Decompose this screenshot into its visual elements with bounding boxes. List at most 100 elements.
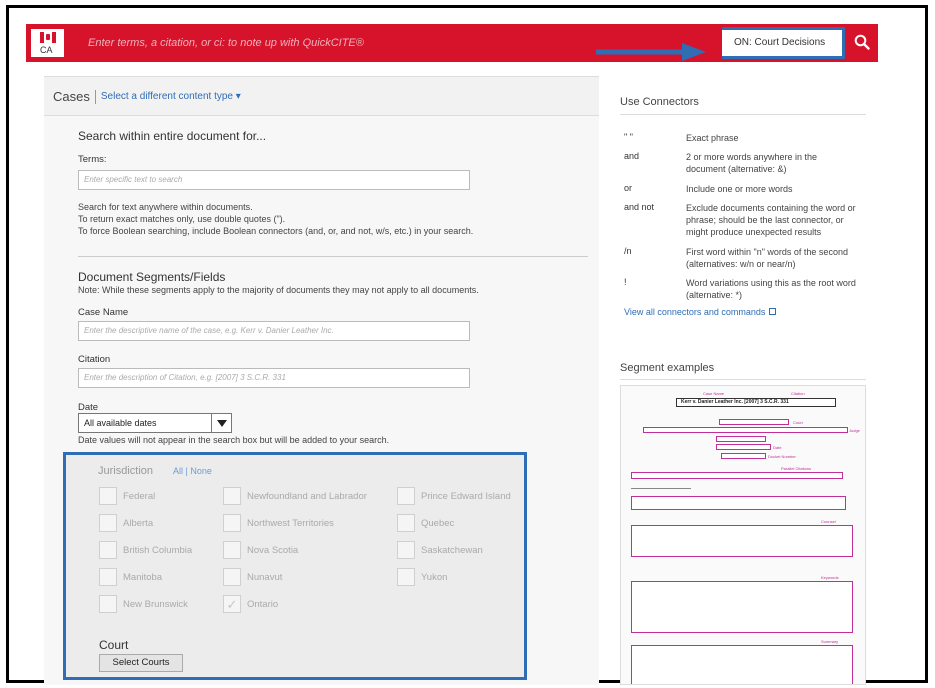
citation-label: Citation [78, 354, 111, 365]
title-separator [94, 89, 96, 104]
checkbox-icon [99, 568, 117, 586]
terms-input[interactable]: Enter specific text to search [78, 170, 470, 190]
checkbox-icon [223, 541, 241, 559]
counsel-segment [631, 525, 853, 557]
jurisdiction-checkbox[interactable]: Saskatchewan [397, 541, 483, 559]
checkbox-icon [397, 487, 415, 505]
terms-label: Terms: [78, 154, 107, 165]
case-title-box: Kerr v. Danier Leather Inc. [2007] 3 S.C… [676, 398, 836, 407]
jurisdiction-checkbox[interactable]: Nova Scotia [223, 541, 298, 559]
jurisdiction-label: Newfoundland and Labrador [247, 490, 367, 502]
jurisdiction-label: Alberta [123, 517, 154, 529]
case-name-segment [631, 496, 846, 510]
date-segment [716, 444, 771, 450]
external-link-icon [769, 308, 777, 315]
segments-rule [620, 379, 866, 380]
case-name-label: Case Name [78, 307, 129, 318]
jurisdiction-checkbox[interactable]: Nunavut [223, 568, 282, 586]
connector-symbol: " " [624, 132, 633, 142]
checkbox-icon [99, 487, 117, 505]
hearing-segment [716, 436, 766, 442]
jurisdiction-label: Saskatchewan [421, 544, 483, 556]
jurisdiction-label: Federal [123, 490, 156, 502]
court-segment [719, 419, 789, 425]
segment-label: Keywords [821, 575, 839, 580]
jurisdiction-label: British Columbia [123, 544, 193, 556]
content-type-header: Cases Select a different content type ▾ [53, 89, 241, 104]
jurisdiction-checkbox[interactable]: Newfoundland and Labrador [223, 487, 367, 505]
segments-example-title: Segment examples [620, 362, 715, 374]
chevron-down-icon [211, 414, 231, 432]
jurisdiction-label: Quebec [421, 517, 455, 529]
case-name-input[interactable]: Enter the descriptive name of the case, … [78, 321, 470, 341]
checkbox-icon [223, 514, 241, 532]
section-divider [78, 256, 588, 257]
segments-title: Document Segments/Fields [78, 270, 226, 284]
select-none-link[interactable]: None [190, 466, 212, 476]
jurisdiction-checkbox[interactable]: New Brunswick [99, 595, 188, 613]
jurisdiction-label: Nunavut [247, 571, 283, 583]
checkbox-icon [397, 568, 415, 586]
view-all-connectors-link[interactable]: View all connectors and commands [624, 307, 777, 317]
checkbox-icon [397, 541, 415, 559]
search-bar: CA ON: Court Decisions [26, 24, 878, 62]
segment-label: Parallel Citations [781, 466, 812, 471]
segment-label: Date [773, 445, 782, 450]
docket-segment [721, 453, 766, 459]
jurisdiction-checkbox[interactable]: Quebec [397, 514, 454, 532]
connector-description: Word variations using this as the root w… [686, 278, 856, 300]
jurisdiction-checkbox[interactable]: Alberta [99, 514, 153, 532]
connector-symbol: and not [624, 202, 655, 212]
search-help-1: Search for text anywhere within document… [78, 202, 253, 212]
segment-label: Case Name [703, 391, 725, 396]
segment-label: Docket Number [768, 454, 796, 459]
jurisdiction-label: Ontario [247, 598, 279, 610]
jurisdiction-selector[interactable]: CA [31, 29, 64, 57]
select-courts-button[interactable]: Select Courts [99, 654, 183, 672]
jurisdiction-label: Yukon [421, 571, 448, 583]
segment-label: Judge [849, 428, 860, 433]
keywords-segment [631, 581, 853, 633]
jurisdiction-code: CA [40, 45, 53, 55]
view-all-label: View all connectors and commands [624, 307, 766, 317]
arrow-right-icon [596, 43, 706, 61]
content-type-select[interactable]: ON: Court Decisions [719, 27, 845, 59]
segment-example-image: Case Name Citation Kerr v. Danier Leathe… [620, 385, 866, 685]
court-title: Court [99, 638, 129, 652]
select-all-link[interactable]: All [173, 466, 183, 476]
jurisdiction-checkbox[interactable]: Northwest Territories [223, 514, 334, 532]
jurisdiction-checkbox[interactable]: Federal [99, 487, 155, 505]
connector-description: First word within "n" words of the secon… [686, 247, 848, 269]
text-line [631, 488, 691, 489]
connector-symbol: and [624, 151, 640, 161]
search-button[interactable] [846, 24, 878, 62]
jurisdiction-checkbox[interactable]: Prince Edward Island [397, 487, 511, 505]
parallel-citation-segment [631, 472, 843, 479]
jurisdiction-label: Manitoba [123, 571, 163, 583]
citation-input[interactable]: Enter the description of Citation, e.g. … [78, 368, 470, 388]
checkmark-icon: ✓ [223, 595, 241, 613]
summary-segment [631, 645, 853, 684]
link-separator: | [185, 466, 188, 476]
jurisdiction-checkbox[interactable]: Yukon [397, 568, 447, 586]
change-content-type-link[interactable]: Select a different content type ▾ [101, 91, 241, 102]
jurisdiction-select-links: All | None [173, 466, 212, 476]
connectors-title: Use Connectors [620, 96, 699, 108]
connector-symbol: ! [624, 277, 627, 287]
jurisdiction-checkbox[interactable]: Manitoba [99, 568, 162, 586]
judge-segment [643, 427, 848, 433]
canada-flag-icon [40, 32, 56, 43]
date-select[interactable]: All available dates [78, 413, 232, 433]
case-title-text: Kerr v. Danier Leather Inc. [2007] 3 S.C… [681, 399, 789, 405]
checkbox-icon [223, 568, 241, 586]
jurisdiction-checkbox[interactable]: British Columbia [99, 541, 192, 559]
jurisdiction-checkbox-ontario[interactable]: ✓ Ontario [223, 595, 278, 613]
segment-label: Summary [821, 639, 839, 644]
connector-symbol: or [624, 183, 633, 193]
checkbox-icon [397, 514, 415, 532]
checkbox-icon [99, 541, 117, 559]
jurisdiction-label: Nova Scotia [247, 544, 299, 556]
jurisdiction-label: Northwest Territories [247, 517, 334, 529]
search-icon [854, 34, 870, 50]
date-note: Date values will not appear in the searc… [78, 435, 390, 445]
